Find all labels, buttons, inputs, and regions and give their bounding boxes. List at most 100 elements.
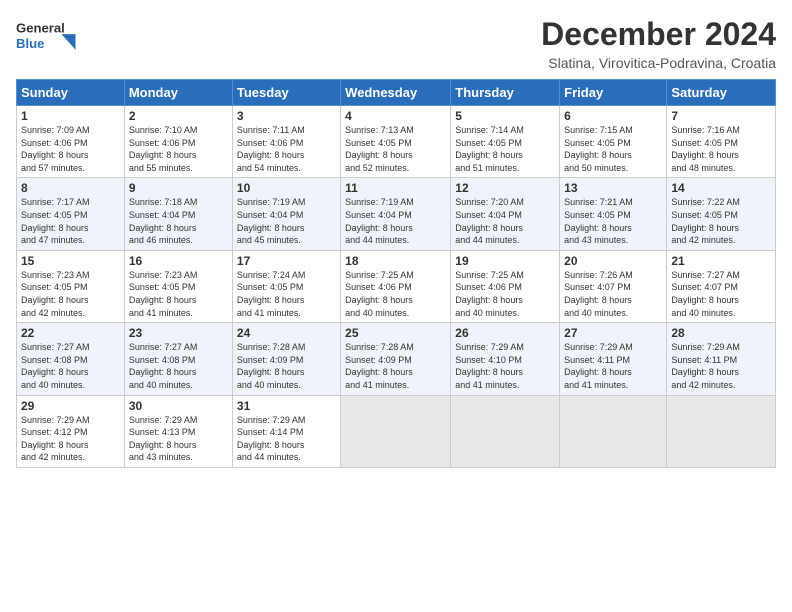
day-number: 7 [671,109,771,123]
day-number: 15 [21,254,120,268]
calendar-cell: 13Sunrise: 7:21 AM Sunset: 4:05 PM Dayli… [560,178,667,250]
calendar-cell: 8Sunrise: 7:17 AM Sunset: 4:05 PM Daylig… [17,178,125,250]
day-number: 27 [564,326,662,340]
col-tuesday: Tuesday [232,80,340,106]
day-info: Sunrise: 7:29 AM Sunset: 4:11 PM Dayligh… [671,341,771,391]
day-info: Sunrise: 7:19 AM Sunset: 4:04 PM Dayligh… [345,196,446,246]
day-info: Sunrise: 7:28 AM Sunset: 4:09 PM Dayligh… [345,341,446,391]
calendar-cell: 15Sunrise: 7:23 AM Sunset: 4:05 PM Dayli… [17,250,125,322]
day-number: 14 [671,181,771,195]
day-info: Sunrise: 7:29 AM Sunset: 4:10 PM Dayligh… [455,341,555,391]
day-number: 2 [129,109,228,123]
day-info: Sunrise: 7:29 AM Sunset: 4:13 PM Dayligh… [129,414,228,464]
calendar-cell: 26Sunrise: 7:29 AM Sunset: 4:10 PM Dayli… [451,323,560,395]
day-info: Sunrise: 7:25 AM Sunset: 4:06 PM Dayligh… [345,269,446,319]
day-number: 24 [237,326,336,340]
day-number: 29 [21,399,120,413]
day-number: 21 [671,254,771,268]
calendar-cell: 24Sunrise: 7:28 AM Sunset: 4:09 PM Dayli… [232,323,340,395]
day-number: 4 [345,109,446,123]
calendar-week-row: 8Sunrise: 7:17 AM Sunset: 4:05 PM Daylig… [17,178,776,250]
day-info: Sunrise: 7:29 AM Sunset: 4:11 PM Dayligh… [564,341,662,391]
calendar-week-row: 1Sunrise: 7:09 AM Sunset: 4:06 PM Daylig… [17,106,776,178]
calendar-cell: 21Sunrise: 7:27 AM Sunset: 4:07 PM Dayli… [667,250,776,322]
day-number: 5 [455,109,555,123]
day-number: 12 [455,181,555,195]
page: General Blue December 2024 Slatina, Viro… [0,0,792,612]
calendar-cell: 14Sunrise: 7:22 AM Sunset: 4:05 PM Dayli… [667,178,776,250]
day-info: Sunrise: 7:13 AM Sunset: 4:05 PM Dayligh… [345,124,446,174]
day-info: Sunrise: 7:18 AM Sunset: 4:04 PM Dayligh… [129,196,228,246]
day-info: Sunrise: 7:21 AM Sunset: 4:05 PM Dayligh… [564,196,662,246]
calendar-cell: 1Sunrise: 7:09 AM Sunset: 4:06 PM Daylig… [17,106,125,178]
calendar-cell: 16Sunrise: 7:23 AM Sunset: 4:05 PM Dayli… [124,250,232,322]
day-number: 31 [237,399,336,413]
calendar-cell: 12Sunrise: 7:20 AM Sunset: 4:04 PM Dayli… [451,178,560,250]
col-thursday: Thursday [451,80,560,106]
subtitle: Slatina, Virovitica-Podravina, Croatia [541,55,776,71]
day-info: Sunrise: 7:28 AM Sunset: 4:09 PM Dayligh… [237,341,336,391]
svg-text:Blue: Blue [16,36,44,51]
day-number: 17 [237,254,336,268]
day-info: Sunrise: 7:29 AM Sunset: 4:14 PM Dayligh… [237,414,336,464]
day-info: Sunrise: 7:17 AM Sunset: 4:05 PM Dayligh… [21,196,120,246]
calendar-cell: 3Sunrise: 7:11 AM Sunset: 4:06 PM Daylig… [232,106,340,178]
day-number: 19 [455,254,555,268]
day-info: Sunrise: 7:19 AM Sunset: 4:04 PM Dayligh… [237,196,336,246]
day-number: 10 [237,181,336,195]
title-area: December 2024 Slatina, Virovitica-Podrav… [541,16,776,71]
day-number: 25 [345,326,446,340]
calendar-cell: 17Sunrise: 7:24 AM Sunset: 4:05 PM Dayli… [232,250,340,322]
calendar-cell: 9Sunrise: 7:18 AM Sunset: 4:04 PM Daylig… [124,178,232,250]
header: General Blue December 2024 Slatina, Viro… [16,16,776,71]
calendar-week-row: 15Sunrise: 7:23 AM Sunset: 4:05 PM Dayli… [17,250,776,322]
day-number: 16 [129,254,228,268]
calendar-cell: 29Sunrise: 7:29 AM Sunset: 4:12 PM Dayli… [17,395,125,467]
calendar-cell: 27Sunrise: 7:29 AM Sunset: 4:11 PM Dayli… [560,323,667,395]
calendar-cell: 28Sunrise: 7:29 AM Sunset: 4:11 PM Dayli… [667,323,776,395]
calendar-cell: 31Sunrise: 7:29 AM Sunset: 4:14 PM Dayli… [232,395,340,467]
calendar-cell: 23Sunrise: 7:27 AM Sunset: 4:08 PM Dayli… [124,323,232,395]
logo: General Blue [16,16,96,66]
calendar-header-row: Sunday Monday Tuesday Wednesday Thursday… [17,80,776,106]
logo-svg: General Blue [16,16,86,61]
col-friday: Friday [560,80,667,106]
calendar-table: Sunday Monday Tuesday Wednesday Thursday… [16,79,776,468]
day-info: Sunrise: 7:23 AM Sunset: 4:05 PM Dayligh… [21,269,120,319]
day-number: 30 [129,399,228,413]
col-sunday: Sunday [17,80,125,106]
calendar-week-row: 29Sunrise: 7:29 AM Sunset: 4:12 PM Dayli… [17,395,776,467]
day-info: Sunrise: 7:16 AM Sunset: 4:05 PM Dayligh… [671,124,771,174]
day-number: 26 [455,326,555,340]
svg-text:General: General [16,20,65,35]
calendar-cell [667,395,776,467]
day-number: 11 [345,181,446,195]
calendar-cell [341,395,451,467]
day-number: 23 [129,326,228,340]
day-info: Sunrise: 7:14 AM Sunset: 4:05 PM Dayligh… [455,124,555,174]
day-info: Sunrise: 7:15 AM Sunset: 4:05 PM Dayligh… [564,124,662,174]
calendar-cell: 19Sunrise: 7:25 AM Sunset: 4:06 PM Dayli… [451,250,560,322]
calendar-cell: 25Sunrise: 7:28 AM Sunset: 4:09 PM Dayli… [341,323,451,395]
calendar-cell: 7Sunrise: 7:16 AM Sunset: 4:05 PM Daylig… [667,106,776,178]
calendar-cell [560,395,667,467]
day-info: Sunrise: 7:29 AM Sunset: 4:12 PM Dayligh… [21,414,120,464]
calendar-cell: 30Sunrise: 7:29 AM Sunset: 4:13 PM Dayli… [124,395,232,467]
day-number: 8 [21,181,120,195]
col-monday: Monday [124,80,232,106]
day-info: Sunrise: 7:27 AM Sunset: 4:08 PM Dayligh… [129,341,228,391]
calendar-cell: 10Sunrise: 7:19 AM Sunset: 4:04 PM Dayli… [232,178,340,250]
day-info: Sunrise: 7:20 AM Sunset: 4:04 PM Dayligh… [455,196,555,246]
day-info: Sunrise: 7:24 AM Sunset: 4:05 PM Dayligh… [237,269,336,319]
calendar-cell: 4Sunrise: 7:13 AM Sunset: 4:05 PM Daylig… [341,106,451,178]
calendar-cell: 6Sunrise: 7:15 AM Sunset: 4:05 PM Daylig… [560,106,667,178]
day-info: Sunrise: 7:10 AM Sunset: 4:06 PM Dayligh… [129,124,228,174]
col-wednesday: Wednesday [341,80,451,106]
day-number: 13 [564,181,662,195]
calendar-cell: 5Sunrise: 7:14 AM Sunset: 4:05 PM Daylig… [451,106,560,178]
calendar-cell: 22Sunrise: 7:27 AM Sunset: 4:08 PM Dayli… [17,323,125,395]
day-info: Sunrise: 7:11 AM Sunset: 4:06 PM Dayligh… [237,124,336,174]
day-info: Sunrise: 7:27 AM Sunset: 4:07 PM Dayligh… [671,269,771,319]
calendar-cell: 20Sunrise: 7:26 AM Sunset: 4:07 PM Dayli… [560,250,667,322]
day-info: Sunrise: 7:09 AM Sunset: 4:06 PM Dayligh… [21,124,120,174]
